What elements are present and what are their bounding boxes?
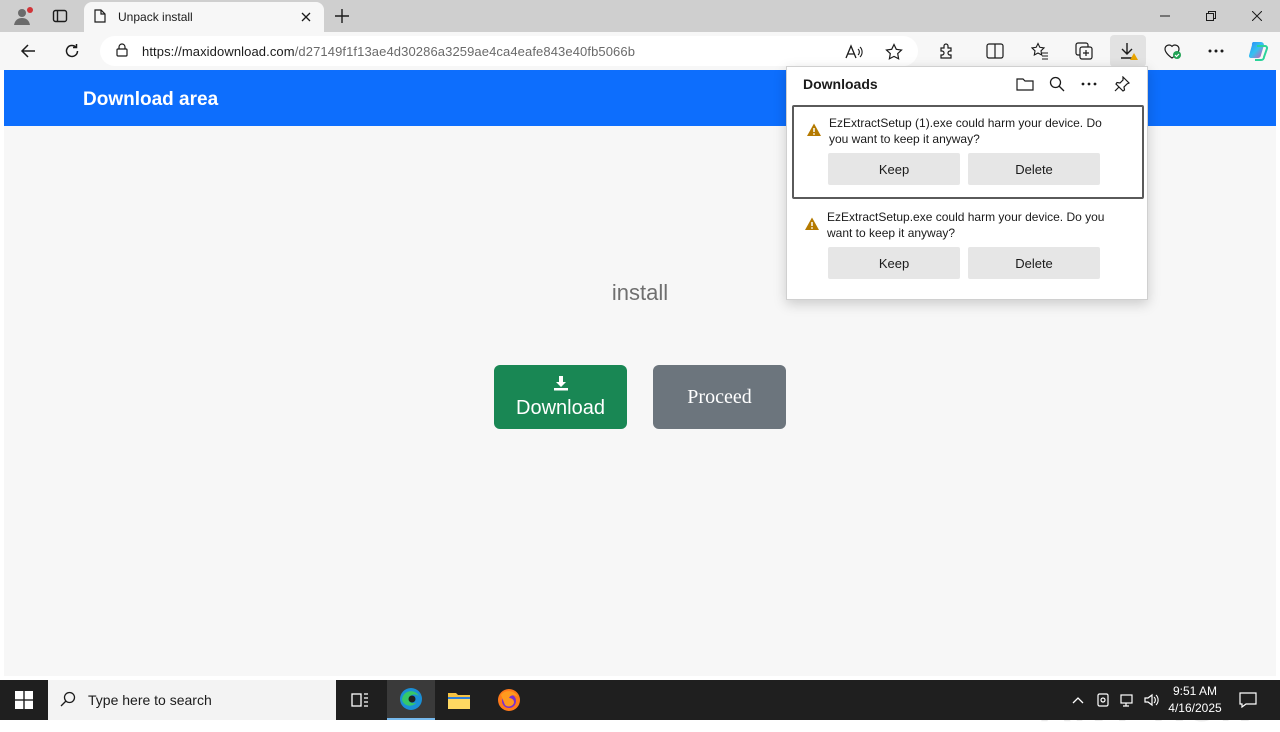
downloads-title: Downloads <box>803 76 878 92</box>
favorites-icon[interactable] <box>1024 37 1056 65</box>
close-tab-icon[interactable] <box>298 9 314 25</box>
close-window-icon[interactable] <box>1234 0 1280 32</box>
download-icon <box>553 374 569 397</box>
extensions-icon[interactable] <box>931 37 963 65</box>
download-warning-text: EzExtractSetup (1).exe could harm your d… <box>829 116 1102 146</box>
warning-icon <box>806 122 822 138</box>
warning-icon <box>804 216 820 232</box>
split-screen-icon[interactable] <box>979 37 1011 65</box>
download-warning-text: EzExtractSetup.exe could harm your devic… <box>827 210 1105 240</box>
show-hidden-icons[interactable] <box>1068 680 1088 720</box>
favorite-star-icon[interactable] <box>880 41 908 63</box>
edge-icon[interactable] <box>387 680 435 720</box>
download-item[interactable]: EzExtractSetup (1).exe could harm your d… <box>792 105 1144 199</box>
notification-dot <box>27 7 33 13</box>
tab-actions-icon[interactable] <box>46 4 74 28</box>
downloads-panel: Downloads EzExtractSetup (1).exe could h… <box>786 66 1148 300</box>
more-menu-icon[interactable] <box>1200 37 1232 65</box>
profile-icon[interactable] <box>8 4 36 28</box>
proceed-label: Proceed <box>687 385 752 408</box>
tab-active[interactable]: Unpack install <box>84 2 324 32</box>
collections-icon[interactable] <box>1068 37 1100 65</box>
tab-strip: Unpack install <box>0 0 1280 32</box>
windows-start-icon[interactable] <box>0 680 48 720</box>
refresh-icon[interactable] <box>57 37 87 65</box>
header-title: Download area <box>83 89 219 110</box>
address-bar[interactable]: https://maxidownload.com/d27149f1f13ae4d… <box>100 36 918 66</box>
read-aloud-icon[interactable] <box>840 41 868 63</box>
download-label: Download <box>516 397 605 419</box>
clock-time: 9:51 AM <box>1172 684 1218 698</box>
keep-button[interactable]: Keep <box>828 247 960 279</box>
download-item[interactable]: EzExtractSetup.exe could harm your devic… <box>792 201 1144 295</box>
taskbar: Type here to search 9:51 AM 4/16/2025 <box>0 680 1280 720</box>
copilot-icon[interactable] <box>1242 37 1274 65</box>
proceed-button[interactable]: Proceed <box>653 365 786 429</box>
pin-icon[interactable] <box>1109 73 1135 95</box>
open-folder-icon[interactable] <box>1012 73 1038 95</box>
restore-icon[interactable] <box>1188 0 1234 32</box>
tab-title: Unpack install <box>118 10 193 24</box>
network-icon[interactable] <box>1116 680 1138 720</box>
download-button[interactable]: Download <box>494 365 627 429</box>
volume-icon[interactable] <box>1140 680 1162 720</box>
clock[interactable]: 9:51 AM 4/16/2025 <box>1160 683 1230 717</box>
minimize-icon[interactable] <box>1142 0 1188 32</box>
new-tab-icon[interactable] <box>330 4 354 28</box>
firefox-icon[interactable] <box>485 680 533 720</box>
downloads-icon[interactable] <box>1110 35 1146 67</box>
search-placeholder: Type here to search <box>88 692 212 708</box>
back-icon[interactable] <box>13 37 43 65</box>
device-icon[interactable] <box>1092 680 1114 720</box>
file-explorer-icon[interactable] <box>435 680 483 720</box>
url-text[interactable]: https://maxidownload.com/d27149f1f13ae4d… <box>142 44 635 59</box>
taskbar-search[interactable]: Type here to search <box>48 680 336 720</box>
search-icon <box>60 691 76 710</box>
browser-toolbar: https://maxidownload.com/d27149f1f13ae4d… <box>0 32 1280 70</box>
search-icon[interactable] <box>1044 73 1070 95</box>
page-icon <box>94 8 106 26</box>
lock-icon[interactable] <box>116 42 128 60</box>
browser-essentials-icon[interactable] <box>1156 37 1188 65</box>
more-options-icon[interactable] <box>1076 73 1102 95</box>
task-view-icon[interactable] <box>336 680 384 720</box>
delete-button[interactable]: Delete <box>968 153 1100 185</box>
notifications-icon[interactable] <box>1234 680 1262 720</box>
delete-button[interactable]: Delete <box>968 247 1100 279</box>
keep-button[interactable]: Keep <box>828 153 960 185</box>
clock-date: 4/16/2025 <box>1168 701 1222 715</box>
